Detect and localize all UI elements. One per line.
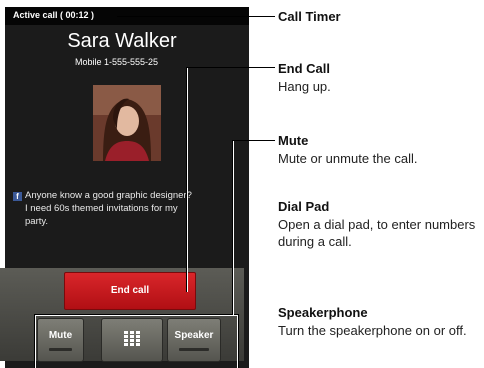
end-call-callout-vline-white xyxy=(187,68,188,292)
controls-bracket-top-white xyxy=(35,315,238,316)
contact-name: Sara Walker xyxy=(67,30,177,52)
mute-callout-vline-white xyxy=(233,140,234,315)
dialpad-icon xyxy=(124,331,140,346)
call-timer-callout-line xyxy=(117,16,275,17)
callout-mute-desc: Mute or unmute the call. xyxy=(278,151,418,166)
callout-end-call-title: End Call xyxy=(278,61,331,76)
call-timer: Active call ( 00:12 ) xyxy=(13,10,95,20)
status-line-2: I need 60s themed invitations for my xyxy=(25,203,178,214)
speaker-label: Speaker xyxy=(174,330,214,341)
controls-bracket-right-black xyxy=(238,314,239,368)
mute-button[interactable]: Mute xyxy=(37,318,84,362)
status-line-3: party. xyxy=(25,216,49,227)
callout-mute-title: Mute xyxy=(278,133,309,148)
controls-bracket-right-white xyxy=(237,315,238,368)
end-call-callout-hline xyxy=(186,67,275,68)
speaker-button[interactable]: Speaker xyxy=(167,318,221,362)
callout-dial-pad-desc: Open a dial pad, to enter numbers during… xyxy=(278,217,476,249)
callout-speakerphone-title: Speakerphone xyxy=(278,305,368,320)
callout-dial-pad-title: Dial Pad xyxy=(278,199,330,214)
callout-call-timer-title: Call Timer xyxy=(278,9,341,24)
status-line-1: Anyone know a good graphic designer? xyxy=(25,190,192,201)
facebook-icon: f xyxy=(13,192,22,201)
contact-photo xyxy=(93,85,161,161)
end-call-button[interactable]: End call xyxy=(64,272,196,310)
callout-speakerphone-desc: Turn the speakerphone on or off. xyxy=(278,323,467,338)
mute-indicator xyxy=(49,348,72,351)
controls-bracket-left-white xyxy=(35,315,36,368)
status-message: f Anyone know a good graphic designer? I … xyxy=(13,189,243,228)
contact-number: Mobile 1-555-555-25 xyxy=(75,57,159,67)
callout-end-call-desc: Hang up. xyxy=(278,79,331,94)
mute-callout-hline xyxy=(232,140,275,141)
dialpad-button[interactable] xyxy=(101,318,163,362)
mute-label: Mute xyxy=(48,330,73,341)
speaker-indicator xyxy=(179,348,209,351)
